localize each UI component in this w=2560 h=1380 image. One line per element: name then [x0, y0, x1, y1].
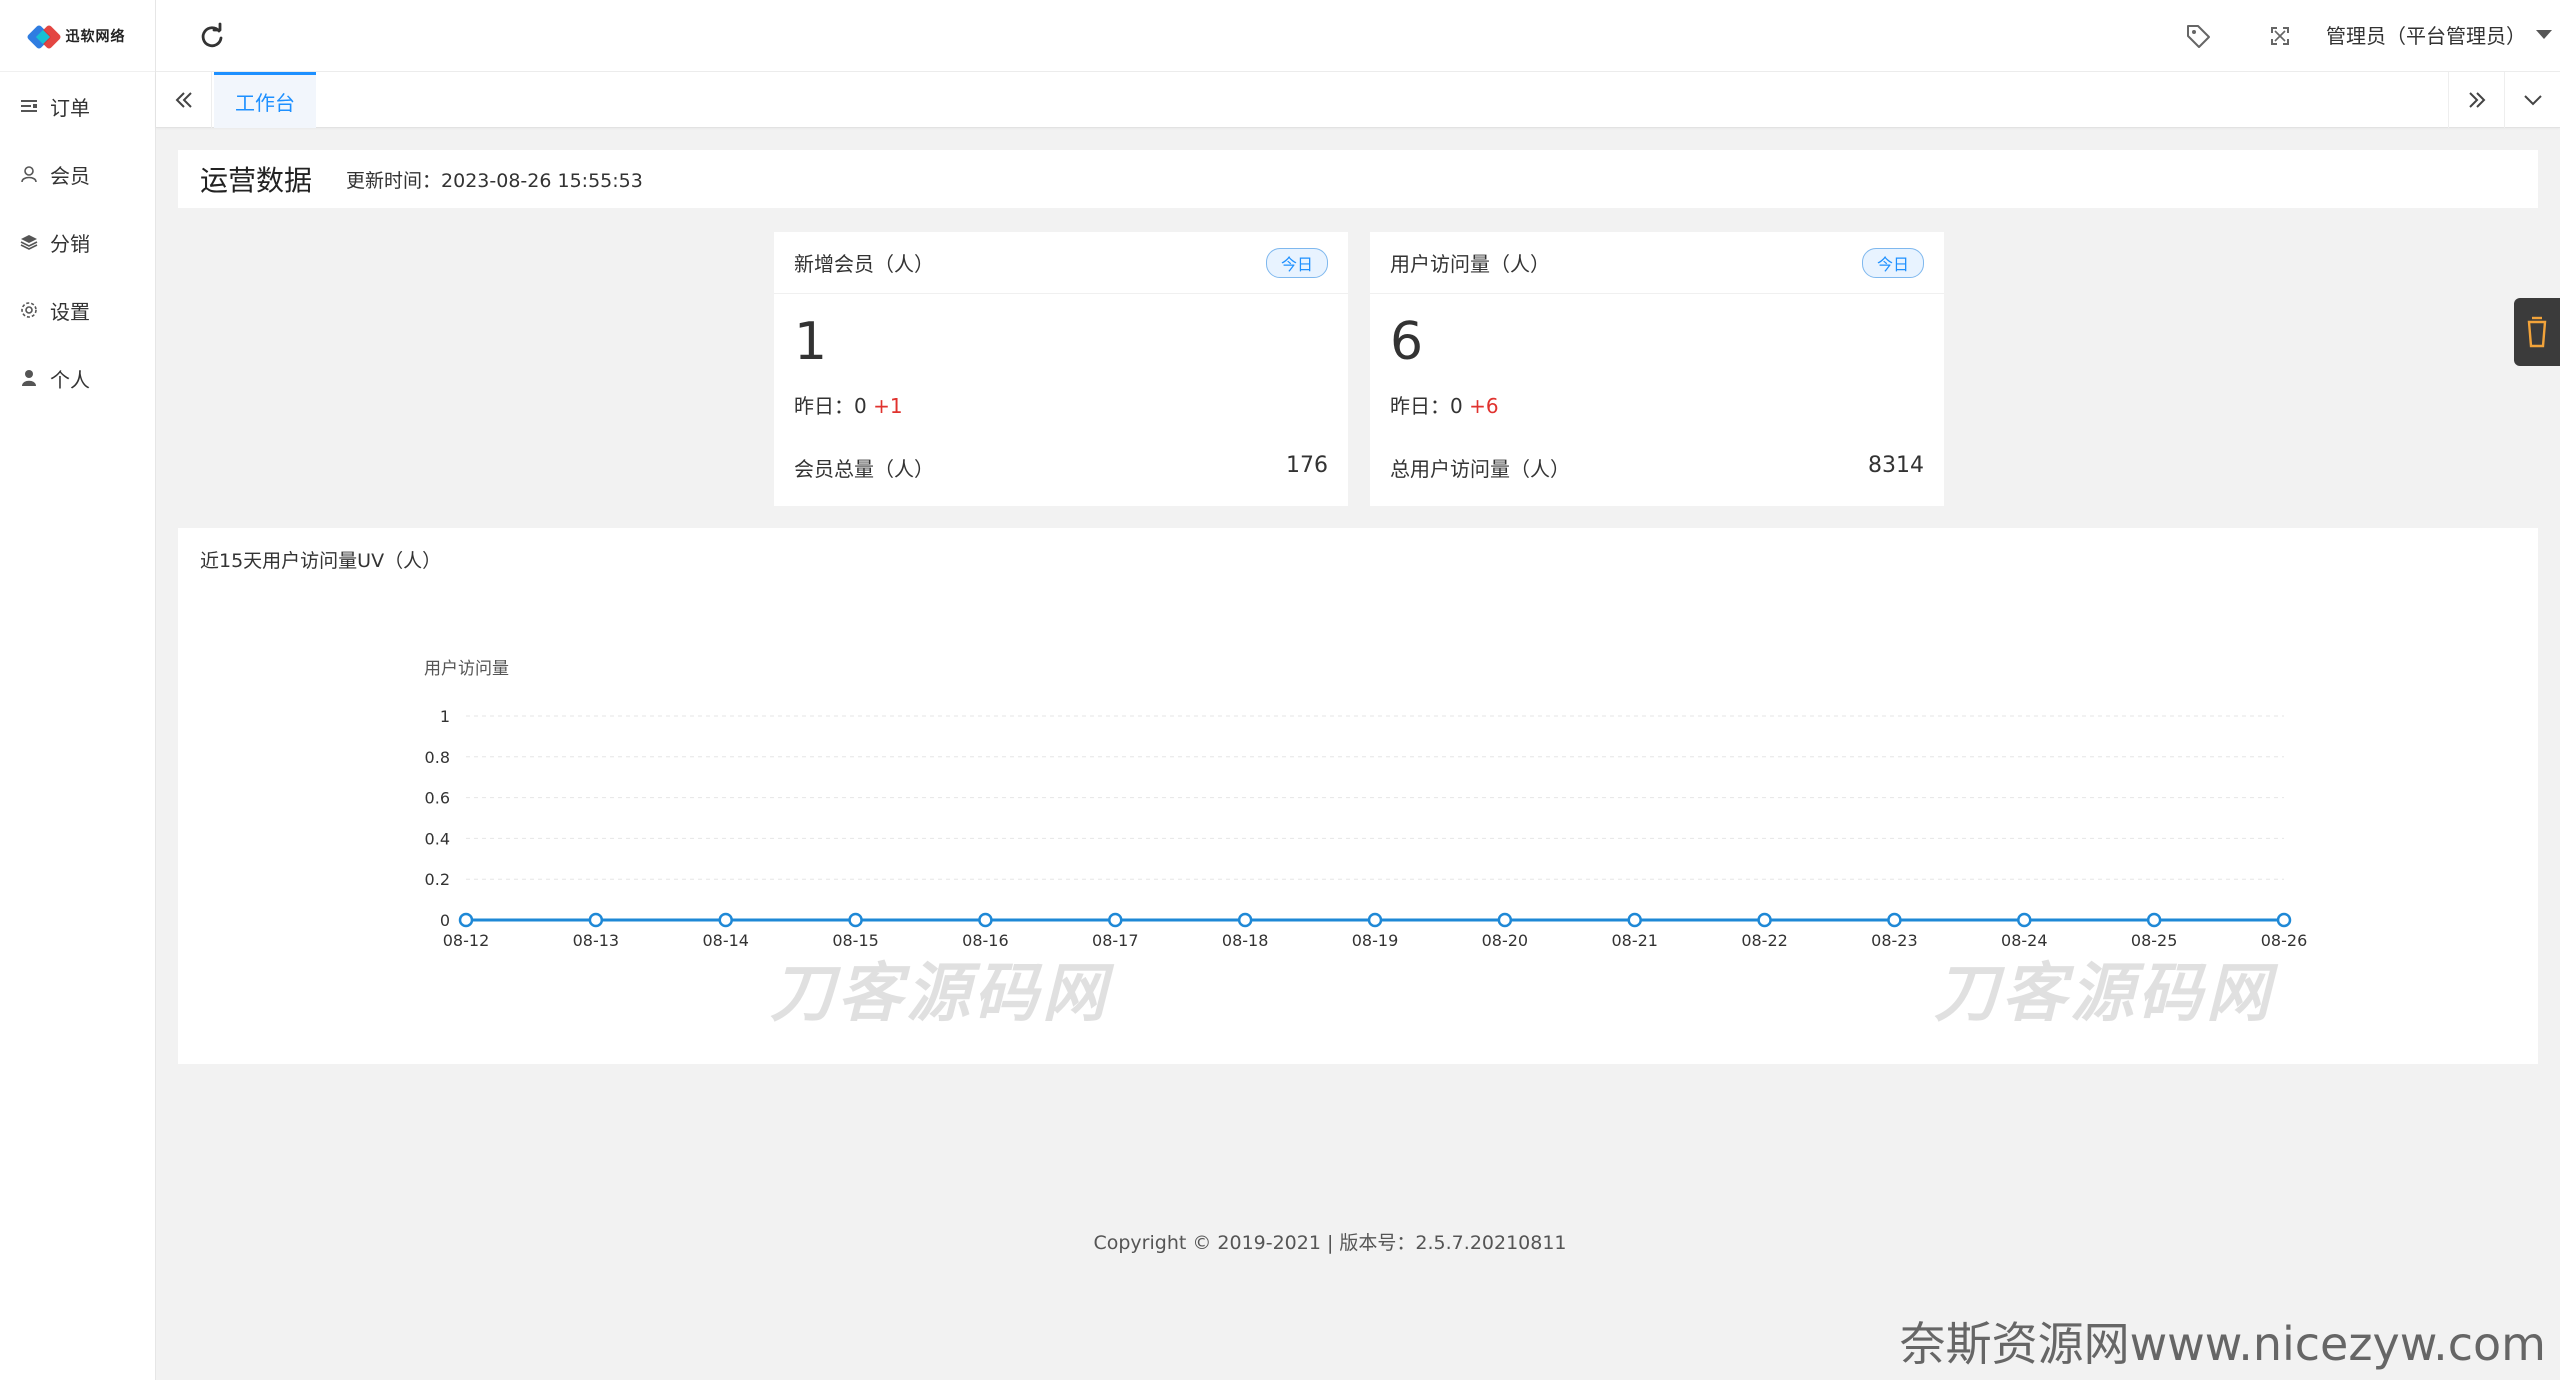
y-axis-label: 用户访问量: [424, 659, 509, 679]
sidebar-item-label: 会员: [50, 163, 90, 188]
person-icon: [20, 369, 38, 387]
sidebar-item-label: 个人: [50, 367, 90, 392]
card-footer: 总用户访问量（人） 8314: [1390, 453, 1924, 482]
list-icon: [20, 97, 38, 115]
x-tick-label: 08-23: [1871, 931, 1918, 950]
sidebar-item-members[interactable]: 会员: [0, 140, 155, 208]
x-tick-label: 08-14: [702, 931, 749, 950]
card-footer: 会员总量（人） 176: [794, 453, 1328, 482]
x-tick-label: 08-20: [1482, 931, 1529, 950]
sidebar-item-profile[interactable]: 个人: [0, 344, 155, 412]
today-badge: 今日: [1861, 247, 1924, 278]
tab-scroll-right-icon[interactable]: [2448, 72, 2504, 128]
corner-watermark: 奈斯资源网www.nicezyw.com: [1899, 1317, 2546, 1371]
card-diff: +6: [1469, 394, 1499, 418]
card-title: 新增会员（人）: [794, 252, 934, 276]
data-point: [2146, 912, 2162, 928]
data-point: [718, 912, 733, 928]
data-point: [978, 912, 993, 928]
data-point: [2276, 912, 2292, 928]
fullscreen-icon[interactable]: [2266, 22, 2294, 50]
float-widget[interactable]: [2514, 298, 2560, 366]
data-point: [1497, 912, 1513, 928]
gear-icon: [20, 301, 38, 319]
ops-header: 运营数据 更新时间：2023-08-26 15:55:53: [178, 150, 2538, 208]
y-tick-label: 0: [440, 911, 450, 930]
sidebar-item-label: 订单: [50, 95, 90, 120]
chart-panel: 近15天用户访问量UV（人） 用户访问量 0 0.2 0.4 0.6 0.8 1 08-12 0…: [178, 528, 2538, 1064]
card-value: 1: [794, 312, 828, 372]
data-point: [1237, 912, 1253, 928]
data-point: [848, 912, 863, 928]
today-badge: 今日: [1265, 247, 1328, 278]
refresh-icon[interactable]: [198, 22, 226, 50]
sidebar-item-distribution[interactable]: 分销: [0, 208, 155, 276]
logo-text: 迅软网络: [65, 28, 126, 45]
card-yesterday: 昨日：0 +1: [794, 394, 903, 418]
watermark: 刀客源码网: [1934, 957, 2274, 1031]
y-tick-label: 0.8: [425, 748, 450, 767]
copyright-footer: Copyright © 2019-2021 | 版本号：2.5.7.202108…: [1093, 1232, 1567, 1254]
update-time: 更新时间：2023-08-26 15:55:53: [346, 169, 643, 192]
data-point: [1757, 912, 1772, 928]
sidebar: 迅软网络 订单 会员 分销 设置 个人: [0, 0, 156, 1380]
card-total-label: 总用户访问量（人）: [1390, 457, 1570, 481]
stat-card-new-members: 新增会员（人） 今日 1 昨日：0 +1 会员总量（人） 176: [774, 232, 1348, 506]
page-title: 运营数据: [200, 164, 313, 197]
x-tick-label: 08-12: [443, 931, 490, 950]
tab-scroll-left-icon[interactable]: [156, 72, 212, 128]
card-total-value: 176: [1286, 453, 1328, 478]
user-outline-icon: [20, 165, 38, 183]
tab-workbench[interactable]: 工作台: [214, 72, 316, 128]
x-tick-label: 08-21: [1611, 931, 1658, 950]
logo-mark-icon: [25, 23, 62, 50]
tag-icon[interactable]: [2184, 22, 2212, 50]
card-total-label: 会员总量（人）: [794, 457, 934, 481]
sidebar-item-settings[interactable]: 设置: [0, 276, 155, 344]
cup-icon: [2527, 316, 2547, 348]
y-tick-label: 0.2: [425, 870, 450, 889]
x-tick-label: 08-18: [1222, 931, 1269, 950]
tab-menu-chevron-icon[interactable]: [2504, 72, 2560, 128]
logo[interactable]: 迅软网络: [0, 0, 155, 72]
chevron-down-icon: [2536, 30, 2552, 39]
y-tick-label: 0.4: [425, 829, 450, 848]
data-point: [588, 912, 604, 928]
top-header: 管理员（平台管理员）: [156, 0, 2560, 72]
y-tick-label: 1: [440, 707, 450, 726]
stat-card-user-visits: 用户访问量（人） 今日 6 昨日：0 +6 总用户访问量（人） 8314: [1370, 232, 1944, 506]
user-name: 管理员（平台管理员）: [2326, 24, 2526, 48]
layers-icon: [20, 233, 38, 251]
x-tick-label: 08-22: [1741, 931, 1788, 950]
y-tick-label: 0.6: [425, 789, 450, 808]
sidebar-item-label: 分销: [50, 231, 90, 256]
card-title: 用户访问量（人）: [1390, 252, 1550, 276]
tab-bar: 工作台: [156, 72, 2560, 128]
sidebar-item-orders[interactable]: 订单: [0, 72, 155, 140]
card-value: 6: [1390, 312, 1424, 372]
data-point: [2017, 912, 2032, 928]
x-tick-label: 08-13: [573, 931, 620, 950]
watermark: 刀客源码网: [770, 957, 1110, 1031]
sidebar-item-label: 设置: [50, 299, 90, 324]
data-point: [458, 912, 474, 928]
user-menu[interactable]: 管理员（平台管理员）: [2326, 20, 2552, 49]
data-point: [1108, 912, 1123, 928]
data-point: [1367, 912, 1383, 928]
data-point: [1887, 912, 1902, 928]
card-yesterday: 昨日：0 +6: [1390, 394, 1499, 418]
data-point: [1627, 912, 1642, 928]
card-total-value: 8314: [1868, 453, 1924, 478]
card-diff: +1: [873, 394, 903, 418]
x-tick-label: 08-19: [1352, 931, 1399, 950]
